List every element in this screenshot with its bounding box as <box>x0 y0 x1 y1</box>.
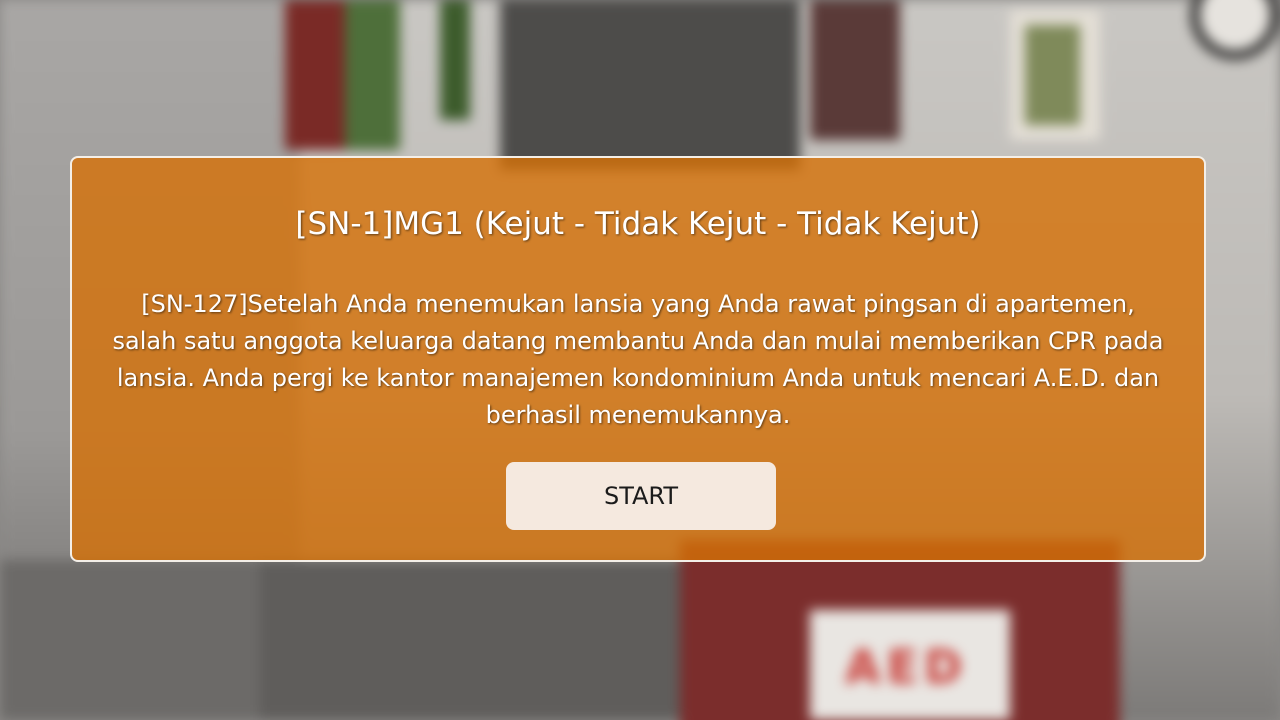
background-shelf-green-2 <box>440 0 470 120</box>
background-floor-left <box>0 560 280 720</box>
background-shelf-red <box>285 0 345 150</box>
background-floor <box>260 560 720 720</box>
background-cabinet <box>500 0 800 170</box>
scenario-dialog: [SN-1]MG1 (Kejut - Tidak Kejut - Tidak K… <box>70 156 1206 562</box>
background-shelf-green <box>345 0 400 150</box>
background-poster <box>810 0 900 140</box>
background-aed-text: AED <box>845 640 969 694</box>
dialog-description: [SN-127]Setelah Anda menemukan lansia ya… <box>112 290 1164 429</box>
start-button[interactable]: START <box>506 462 776 530</box>
background-poster-image <box>1025 25 1080 125</box>
dialog-title: [SN-1]MG1 (Kejut - Tidak Kejut - Tidak K… <box>295 206 981 242</box>
game-scene: AED [SN-1]MG1 (Kejut - Tidak Kejut - Tid… <box>0 0 1280 720</box>
